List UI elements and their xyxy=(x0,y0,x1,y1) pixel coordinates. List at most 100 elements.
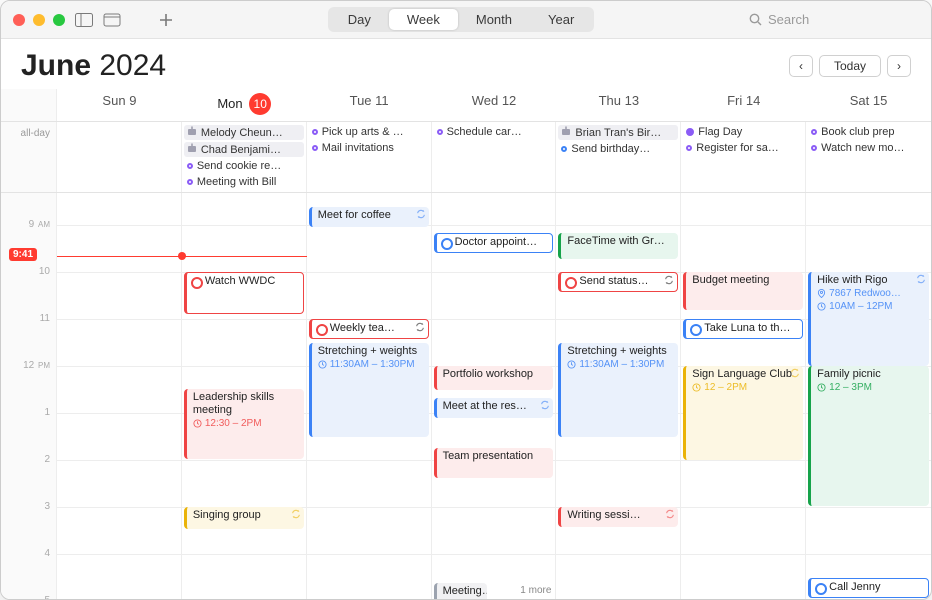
day-header-tue[interactable]: Tue 11 xyxy=(307,89,432,121)
day-column-thu[interactable]: FaceTime with Gr… Send status… Stretching … xyxy=(556,193,681,600)
day-header-sat[interactable]: Sat 15 xyxy=(806,89,931,121)
toolbar: Day Week Month Year Search xyxy=(1,1,931,39)
allday-event[interactable]: Register for sa… xyxy=(683,141,803,155)
allday-event[interactable]: Brian Tran's Bir… xyxy=(558,125,678,140)
more-events-indicator[interactable]: 1 more xyxy=(520,585,551,596)
search-field[interactable]: Search xyxy=(749,12,919,27)
day-column-sun[interactable] xyxy=(57,193,182,600)
allday-col-1[interactable]: Melody Cheun… Chad Benjami… Send cookie re… xyxy=(182,122,307,192)
event[interactable]: Singing group xyxy=(184,507,304,529)
next-week-button[interactable]: › xyxy=(887,55,911,77)
view-day[interactable]: Day xyxy=(330,9,389,30)
event[interactable]: Team presentation xyxy=(434,448,554,478)
allday-col-3[interactable]: Schedule car… xyxy=(432,122,557,192)
minimize-icon[interactable] xyxy=(33,14,45,26)
hour-label: 12 PM xyxy=(1,360,56,371)
allday-event[interactable]: Flag Day xyxy=(683,125,803,139)
calendars-icon[interactable] xyxy=(103,13,121,27)
window-controls xyxy=(13,14,65,26)
day-column-fri[interactable]: Budget meeting Take Luna to th… Sign Langu… xyxy=(681,193,806,600)
dayhead-gutter xyxy=(1,89,57,121)
hour-label: 5 xyxy=(1,595,56,600)
search-icon xyxy=(749,13,762,26)
event[interactable]: Family picnic 12 – 3PM xyxy=(808,366,929,506)
day-header-thu[interactable]: Thu 13 xyxy=(556,89,681,121)
repeat-icon xyxy=(665,509,675,523)
day-header-fri[interactable]: Fri 14 xyxy=(681,89,806,121)
allday-col-5[interactable]: Flag Day Register for sa… xyxy=(681,122,806,192)
allday-col-0[interactable] xyxy=(57,122,182,192)
month-year-title: June 2024 xyxy=(21,49,166,83)
event[interactable]: Hike with Rigo 7867 Redwoo… 10AM – 12PM xyxy=(808,272,929,366)
search-placeholder: Search xyxy=(768,12,809,27)
hour-label: 11 xyxy=(1,313,56,324)
week-grid[interactable]: 9:41 9 AM101112 PM123456 Watch WWDCLeade… xyxy=(1,192,931,600)
event[interactable]: Portfolio workshop xyxy=(434,366,554,390)
allday-section: all-day Melody Cheun… Chad Benjami… Send c… xyxy=(1,122,931,192)
repeat-icon xyxy=(790,368,800,382)
view-week[interactable]: Week xyxy=(389,9,458,30)
allday-col-4[interactable]: Brian Tran's Bir… Send birthday… xyxy=(556,122,681,192)
hour-label: 1 xyxy=(1,407,56,418)
view-month[interactable]: Month xyxy=(458,9,530,30)
day-header-mon[interactable]: Mon 10 xyxy=(182,89,307,121)
add-event-icon[interactable] xyxy=(159,13,173,27)
repeat-icon xyxy=(916,274,926,288)
event[interactable]: Stretching + weights 11:30AM – 1:30PM xyxy=(309,343,429,437)
sidebar-toggle-icon[interactable] xyxy=(75,13,93,27)
event[interactable]: Take Luna to th… xyxy=(683,319,803,339)
allday-event[interactable]: Watch new mo… xyxy=(808,141,929,155)
event[interactable]: Watch WWDC xyxy=(184,272,304,314)
view-segmented-control[interactable]: Day Week Month Year xyxy=(328,7,595,32)
event[interactable]: Weekly tea… xyxy=(309,319,429,339)
repeat-icon xyxy=(664,275,674,289)
allday-col-6[interactable]: Book club prep Watch new mo… xyxy=(806,122,931,192)
event[interactable]: Writing sessi… xyxy=(558,507,678,527)
zoom-icon[interactable] xyxy=(53,14,65,26)
calendar-window: Day Week Month Year Search June 2024 ‹ T… xyxy=(0,0,932,600)
repeat-icon xyxy=(540,400,550,414)
allday-event[interactable]: Send cookie re… xyxy=(184,159,304,173)
event[interactable]: FaceTime with Gr… xyxy=(558,233,678,259)
day-column-mon[interactable]: Watch WWDC Leadership skills meeting 12:3… xyxy=(182,193,307,600)
event[interactable]: Send status… xyxy=(558,272,678,292)
day-header-wed[interactable]: Wed 12 xyxy=(432,89,557,121)
prev-week-button[interactable]: ‹ xyxy=(789,55,813,77)
event[interactable]: Meet at the res… xyxy=(434,398,554,418)
title-bar: June 2024 ‹ Today › xyxy=(1,39,931,89)
hour-label: 10 xyxy=(1,266,56,277)
allday-event[interactable]: Mail invitations xyxy=(309,141,429,155)
day-column-wed[interactable]: Doctor appoint… Portfolio workshop Meet at… xyxy=(432,193,557,600)
allday-label: all-day xyxy=(1,122,57,192)
event[interactable]: Meeting… xyxy=(434,583,488,600)
event[interactable]: Doctor appoint… xyxy=(434,233,554,253)
allday-event[interactable]: Melody Cheun… xyxy=(184,125,304,140)
event[interactable]: Sign Language Club 12 – 2PM xyxy=(683,366,803,460)
hour-label: 3 xyxy=(1,501,56,512)
event[interactable]: Leadership skills meeting 12:30 – 2PM xyxy=(184,389,304,459)
day-column-tue[interactable]: Meet for coffee Weekly tea… Stretching + w… xyxy=(307,193,432,600)
hour-label: 2 xyxy=(1,454,56,465)
event[interactable]: Meet for coffee xyxy=(309,207,429,227)
repeat-icon xyxy=(291,509,301,523)
close-icon[interactable] xyxy=(13,14,25,26)
event[interactable]: Stretching + weights 11:30AM – 1:30PM xyxy=(558,343,678,437)
week-nav: ‹ Today › xyxy=(789,55,911,77)
allday-event[interactable]: Schedule car… xyxy=(434,125,554,139)
today-button[interactable]: Today xyxy=(819,55,881,77)
day-column-sat[interactable]: Hike with Rigo 7867 Redwoo… 10AM – 12PMF… xyxy=(806,193,931,600)
allday-event[interactable]: Chad Benjami… xyxy=(184,142,304,157)
allday-event[interactable]: Send birthday… xyxy=(558,142,678,156)
repeat-icon xyxy=(416,209,426,223)
day-header-row: Sun 9Mon 10Tue 11Wed 12Thu 13Fri 14Sat 1… xyxy=(1,89,931,122)
event[interactable]: Budget meeting xyxy=(683,272,803,310)
view-year[interactable]: Year xyxy=(530,9,592,30)
allday-col-2[interactable]: Pick up arts & … Mail invitations xyxy=(307,122,432,192)
allday-event[interactable]: Pick up arts & … xyxy=(309,125,429,139)
allday-event[interactable]: Meeting with Bill xyxy=(184,175,304,189)
day-header-sun[interactable]: Sun 9 xyxy=(57,89,182,121)
hour-label: 9 AM xyxy=(1,219,56,230)
time-gutter: 9 AM101112 PM123456 xyxy=(1,193,57,600)
event[interactable]: Call Jenny xyxy=(808,578,929,598)
allday-event[interactable]: Book club prep xyxy=(808,125,929,139)
